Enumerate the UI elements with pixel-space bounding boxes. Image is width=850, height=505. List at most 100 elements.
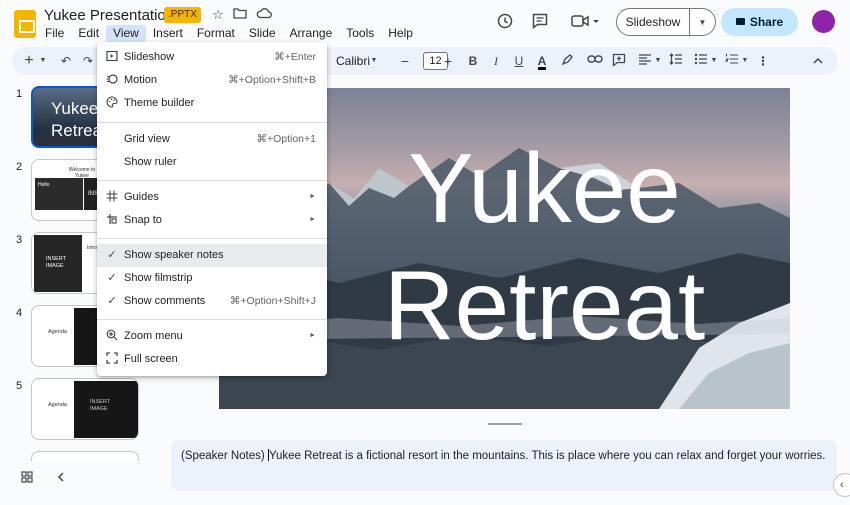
more-options-icon[interactable]: ⋮ bbox=[757, 53, 769, 69]
menu-item-show-filmstrip[interactable]: ✓ Show filmstrip bbox=[97, 267, 327, 290]
undo-icon[interactable]: ↶ bbox=[58, 53, 74, 69]
menu-arrange[interactable]: Arrange bbox=[283, 25, 340, 42]
collapse-filmstrip-icon[interactable] bbox=[53, 471, 69, 487]
slide-number: 3 bbox=[16, 234, 23, 246]
redo-icon[interactable]: ↷ bbox=[80, 53, 96, 69]
increase-font-size-icon[interactable]: + bbox=[441, 53, 455, 69]
checkmark-icon: ✓ bbox=[107, 272, 117, 284]
slide-thumbnail-5[interactable]: Agenda INSERT IMAGE bbox=[31, 378, 139, 440]
slideshow-dropdown-icon[interactable]: ▼ bbox=[690, 18, 715, 27]
bulleted-list-icon[interactable] bbox=[693, 53, 709, 69]
menu-edit[interactable]: Edit bbox=[71, 25, 106, 42]
thumb-agenda-text: Agenda bbox=[48, 402, 67, 408]
highlight-color-icon[interactable] bbox=[559, 53, 575, 69]
move-folder-icon[interactable] bbox=[232, 7, 248, 23]
numbered-list-icon[interactable] bbox=[724, 53, 740, 69]
slide-number: 1 bbox=[16, 88, 23, 100]
menu-item-show-comments[interactable]: ✓ Show comments ⌘+Option+Shift+J bbox=[97, 290, 327, 313]
menu-bar: File Edit View Insert Format Slide Arran… bbox=[38, 25, 420, 42]
menu-format[interactable]: Format bbox=[190, 25, 242, 42]
comments-icon[interactable] bbox=[530, 12, 550, 32]
checkmark-icon: ✓ bbox=[107, 295, 117, 307]
menu-item-guides[interactable]: Guides ► bbox=[97, 186, 327, 209]
italic-icon[interactable]: I bbox=[489, 53, 503, 69]
menu-item-shortcut: ⌘+Option+Shift+B bbox=[228, 74, 316, 86]
thumb-title-line1: Yukee bbox=[51, 99, 99, 118]
motion-icon bbox=[105, 73, 119, 87]
underline-icon[interactable]: U bbox=[512, 53, 526, 69]
font-family-select[interactable]: Calibri bbox=[336, 53, 370, 69]
slideshow-label[interactable]: Slideshow bbox=[617, 9, 690, 35]
menu-item-label: Show filmstrip bbox=[124, 272, 193, 284]
new-slide-icon[interactable]: + bbox=[22, 53, 36, 69]
guides-icon bbox=[105, 190, 119, 204]
slide-number: 4 bbox=[16, 307, 23, 319]
menu-insert[interactable]: Insert bbox=[146, 25, 190, 42]
thumb-insert-text: INSERT IMAGE bbox=[90, 399, 110, 412]
bulleted-list-dropdown-icon[interactable]: ▼ bbox=[709, 53, 719, 69]
menu-item-motion[interactable]: Motion ⌘+Option+Shift+B bbox=[97, 69, 327, 92]
star-icon[interactable]: ☆ bbox=[210, 7, 226, 23]
menu-item-label: Full screen bbox=[124, 353, 178, 365]
speaker-notes-text[interactable]: (Speaker Notes) Yukee Retreat is a ficti… bbox=[181, 449, 825, 463]
share-label: Share bbox=[749, 15, 784, 29]
slideshow-button[interactable]: Slideshow ▼ bbox=[616, 8, 716, 36]
show-side-panel-icon[interactable]: ‹ bbox=[833, 473, 850, 497]
app-header: Yukee Presentation .PPTX ☆ File Edit Vie… bbox=[0, 0, 850, 44]
bold-icon[interactable]: B bbox=[466, 53, 480, 69]
decrease-font-size-icon[interactable]: − bbox=[398, 53, 412, 69]
menu-help[interactable]: Help bbox=[381, 25, 420, 42]
collapse-toolbar-icon[interactable] bbox=[810, 53, 826, 69]
notes-prefix: (Speaker Notes) bbox=[181, 450, 268, 462]
lock-icon bbox=[735, 18, 745, 25]
slide-thumbnail-6[interactable] bbox=[31, 451, 139, 461]
menu-item-snap-to[interactable]: Snap to ► bbox=[97, 209, 327, 232]
submenu-arrow-icon: ► bbox=[309, 216, 316, 223]
menu-item-theme-builder[interactable]: Theme builder bbox=[97, 92, 327, 115]
thumb-small-text: Intro bbox=[87, 245, 98, 251]
version-history-icon[interactable] bbox=[495, 12, 515, 32]
submenu-arrow-icon: ► bbox=[309, 332, 316, 339]
align-icon[interactable] bbox=[637, 53, 653, 69]
menu-item-show-ruler[interactable]: Show ruler bbox=[97, 151, 327, 174]
view-menu-dropdown: Slideshow ⌘+Enter Motion ⌘+Option+Shift+… bbox=[97, 42, 327, 376]
menu-item-grid-view[interactable]: Grid view ⌘+Option+1 bbox=[97, 128, 327, 151]
menu-slide[interactable]: Slide bbox=[242, 25, 283, 42]
menu-separator bbox=[97, 238, 327, 239]
menu-item-label: Snap to bbox=[124, 214, 162, 226]
menu-tools[interactable]: Tools bbox=[339, 25, 381, 42]
slides-logo[interactable] bbox=[14, 10, 36, 38]
notes-body: Yukee Retreat is a fictional resort in t… bbox=[268, 450, 826, 462]
menu-view[interactable]: View bbox=[106, 25, 146, 42]
align-dropdown-icon[interactable]: ▼ bbox=[653, 53, 663, 69]
text-color-icon[interactable]: A bbox=[534, 53, 550, 70]
checkmark-icon: ✓ bbox=[107, 249, 117, 261]
menu-item-full-screen[interactable]: Full screen bbox=[97, 348, 327, 371]
menu-item-shortcut: ⌘+Option+Shift+J bbox=[229, 295, 316, 307]
menu-item-show-speaker-notes[interactable]: ✓ Show speaker notes bbox=[97, 244, 327, 267]
line-spacing-icon[interactable] bbox=[668, 53, 684, 69]
speaker-notes-panel[interactable]: (Speaker Notes) Yukee Retreat is a ficti… bbox=[171, 440, 837, 491]
meet-icon[interactable] bbox=[568, 12, 602, 32]
font-dropdown-icon[interactable]: ▼ bbox=[369, 53, 379, 69]
document-title[interactable]: Yukee Presentation bbox=[44, 7, 174, 24]
new-slide-dropdown-icon[interactable]: ▼ bbox=[38, 53, 48, 69]
menu-item-label: Guides bbox=[124, 191, 159, 203]
menu-separator bbox=[97, 319, 327, 320]
numbered-list-dropdown-icon[interactable]: ▼ bbox=[740, 53, 750, 69]
menu-item-label: Show comments bbox=[124, 295, 206, 307]
thumb-small-text: Hello bbox=[38, 182, 50, 188]
menu-item-slideshow[interactable]: Slideshow ⌘+Enter bbox=[97, 46, 327, 69]
avatar[interactable] bbox=[812, 10, 835, 33]
fullscreen-icon bbox=[105, 352, 119, 366]
link-icon[interactable] bbox=[586, 53, 604, 69]
share-button[interactable]: Share bbox=[721, 8, 798, 36]
notes-resize-handle[interactable] bbox=[488, 423, 522, 425]
menu-separator bbox=[97, 122, 327, 123]
cloud-status-icon[interactable] bbox=[256, 7, 272, 23]
grid-view-icon[interactable] bbox=[19, 471, 35, 487]
add-comment-icon[interactable] bbox=[610, 53, 628, 69]
menu-file[interactable]: File bbox=[38, 25, 71, 42]
menu-item-label: Show speaker notes bbox=[124, 249, 224, 261]
menu-item-zoom-menu[interactable]: Zoom menu ► bbox=[97, 325, 327, 348]
